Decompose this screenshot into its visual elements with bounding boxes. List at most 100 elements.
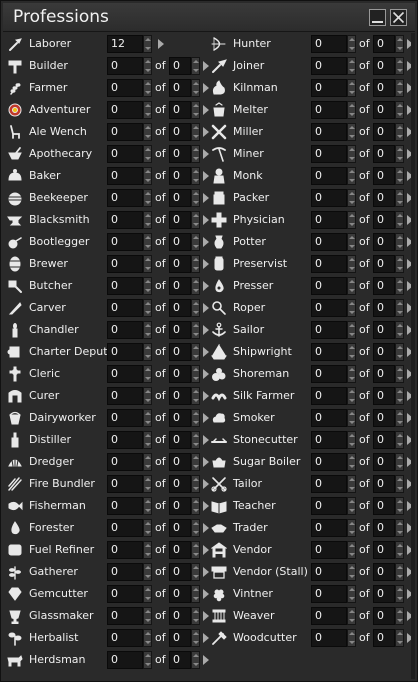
worker-count-spinner[interactable] [143, 629, 152, 647]
max-count-spinner[interactable] [191, 409, 200, 427]
max-count-input[interactable]: 0 [373, 431, 395, 449]
max-count-input[interactable]: 0 [373, 233, 395, 251]
expand-arrow-icon[interactable] [203, 655, 209, 665]
worker-count-input[interactable]: 0 [311, 211, 347, 229]
max-count-spinner[interactable] [191, 145, 200, 163]
max-count-input[interactable]: 0 [169, 255, 191, 273]
worker-count-input[interactable]: 0 [311, 409, 347, 427]
worker-count-spinner[interactable] [143, 431, 152, 449]
worker-count-spinner[interactable] [143, 145, 152, 163]
max-count-spinner[interactable] [395, 167, 404, 185]
max-count-input[interactable]: 0 [169, 277, 191, 295]
worker-count-spinner[interactable] [143, 585, 152, 603]
max-count-input[interactable]: 0 [169, 79, 191, 97]
max-count-spinner[interactable] [395, 57, 404, 75]
worker-count-spinner[interactable] [143, 211, 152, 229]
worker-count-input[interactable]: 0 [311, 519, 347, 537]
worker-count-spinner[interactable] [347, 211, 356, 229]
worker-count-input[interactable]: 0 [107, 651, 143, 669]
max-count-spinner[interactable] [395, 233, 404, 251]
worker-count-input[interactable]: 0 [311, 57, 347, 75]
max-count-spinner[interactable] [191, 585, 200, 603]
max-count-spinner[interactable] [191, 497, 200, 515]
worker-count-input[interactable]: 0 [311, 79, 347, 97]
worker-count-spinner[interactable] [347, 365, 356, 383]
max-count-spinner[interactable] [395, 189, 404, 207]
worker-count-input[interactable]: 0 [107, 57, 143, 75]
max-count-spinner[interactable] [395, 563, 404, 581]
worker-count-input[interactable]: 0 [311, 101, 347, 119]
max-count-spinner[interactable] [395, 343, 404, 361]
max-count-spinner[interactable] [191, 233, 200, 251]
max-count-input[interactable]: 0 [169, 563, 191, 581]
max-count-input[interactable]: 0 [373, 145, 395, 163]
max-count-spinner[interactable] [395, 299, 404, 317]
worker-count-input[interactable]: 0 [311, 585, 347, 603]
worker-count-spinner[interactable] [347, 233, 356, 251]
worker-count-input[interactable]: 0 [107, 629, 143, 647]
worker-count-input[interactable]: 0 [107, 607, 143, 625]
worker-count-spinner[interactable] [143, 123, 152, 141]
worker-count-input[interactable]: 0 [311, 35, 347, 53]
max-count-input[interactable]: 0 [373, 541, 395, 559]
worker-count-input[interactable]: 0 [311, 497, 347, 515]
worker-count-input[interactable]: 0 [311, 431, 347, 449]
worker-count-input[interactable]: 0 [311, 255, 347, 273]
worker-count-spinner[interactable] [347, 475, 356, 493]
worker-count-spinner[interactable] [347, 321, 356, 339]
close-button[interactable] [390, 9, 407, 26]
max-count-spinner[interactable] [191, 563, 200, 581]
worker-count-spinner[interactable] [143, 519, 152, 537]
max-count-spinner[interactable] [395, 629, 404, 647]
worker-count-spinner[interactable] [143, 475, 152, 493]
worker-count-input[interactable]: 0 [107, 299, 143, 317]
worker-count-spinner[interactable] [143, 365, 152, 383]
worker-count-spinner[interactable] [143, 189, 152, 207]
worker-count-spinner[interactable] [347, 541, 356, 559]
max-count-spinner[interactable] [395, 541, 404, 559]
worker-count-input[interactable]: 0 [311, 453, 347, 471]
worker-count-input[interactable]: 0 [107, 189, 143, 207]
max-count-input[interactable]: 0 [373, 211, 395, 229]
minimize-button[interactable] [369, 9, 386, 26]
max-count-input[interactable]: 0 [373, 101, 395, 119]
max-count-input[interactable]: 0 [169, 541, 191, 559]
worker-count-input[interactable]: 0 [107, 387, 143, 405]
max-count-spinner[interactable] [191, 167, 200, 185]
max-count-input[interactable]: 0 [169, 211, 191, 229]
worker-count-spinner[interactable] [347, 387, 356, 405]
max-count-input[interactable]: 0 [169, 321, 191, 339]
max-count-input[interactable]: 0 [373, 79, 395, 97]
worker-count-input[interactable]: 0 [311, 365, 347, 383]
worker-count-input[interactable]: 0 [107, 365, 143, 383]
max-count-spinner[interactable] [395, 409, 404, 427]
max-count-input[interactable]: 0 [169, 585, 191, 603]
max-count-spinner[interactable] [395, 35, 404, 53]
worker-count-input[interactable]: 0 [311, 387, 347, 405]
worker-count-input[interactable]: 0 [311, 123, 347, 141]
max-count-spinner[interactable] [191, 277, 200, 295]
worker-count-input[interactable]: 0 [107, 519, 143, 537]
max-count-spinner[interactable] [395, 79, 404, 97]
worker-count-spinner[interactable] [347, 189, 356, 207]
worker-count-spinner[interactable] [143, 299, 152, 317]
worker-count-spinner[interactable] [347, 343, 356, 361]
max-count-input[interactable]: 0 [373, 453, 395, 471]
max-count-input[interactable]: 0 [169, 431, 191, 449]
worker-count-input[interactable]: 0 [107, 321, 143, 339]
worker-count-input[interactable]: 0 [311, 563, 347, 581]
max-count-spinner[interactable] [191, 123, 200, 141]
worker-count-input[interactable]: 0 [311, 145, 347, 163]
worker-count-spinner[interactable] [347, 57, 356, 75]
worker-count-spinner[interactable] [347, 519, 356, 537]
max-count-input[interactable]: 0 [169, 123, 191, 141]
max-count-spinner[interactable] [395, 101, 404, 119]
max-count-input[interactable]: 0 [373, 343, 395, 361]
max-count-spinner[interactable] [395, 321, 404, 339]
worker-count-spinner[interactable] [347, 563, 356, 581]
max-count-input[interactable]: 0 [373, 57, 395, 75]
max-count-spinner[interactable] [395, 497, 404, 515]
max-count-input[interactable]: 0 [169, 365, 191, 383]
worker-count-spinner[interactable] [347, 35, 356, 53]
worker-count-spinner[interactable] [143, 541, 152, 559]
